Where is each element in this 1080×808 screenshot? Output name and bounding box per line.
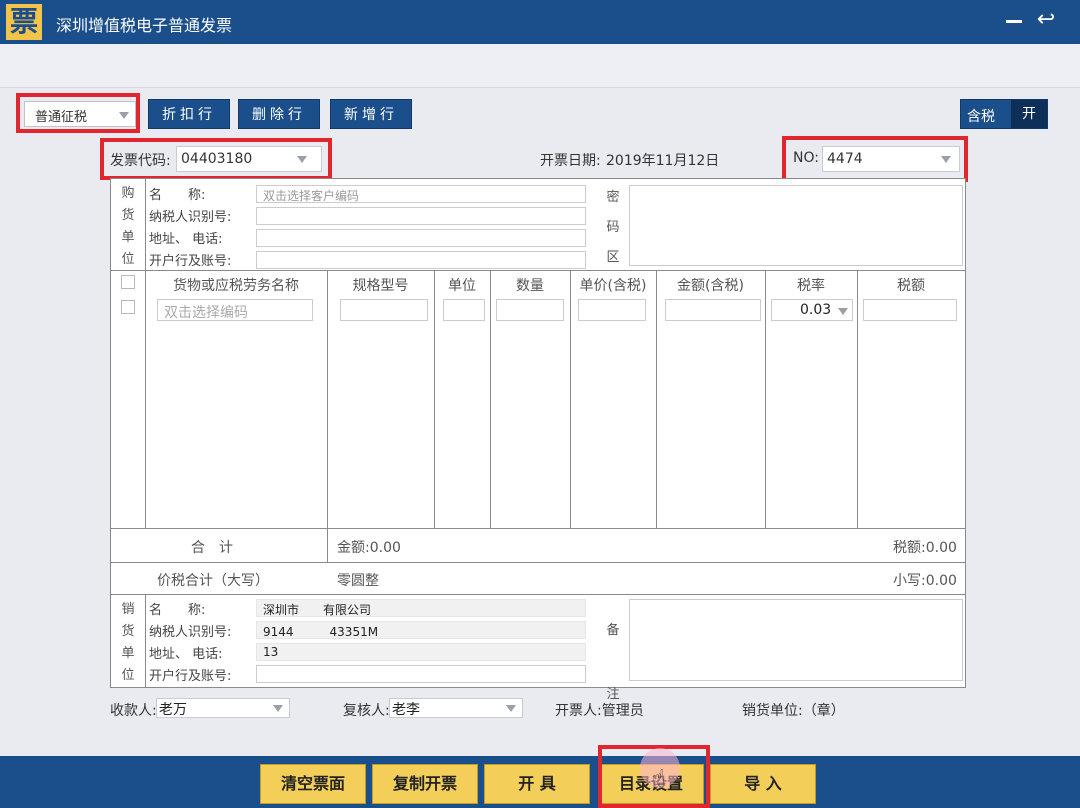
tax-rate-select[interactable]: 0.03: [771, 299, 853, 321]
col-tax-rate: 税率: [797, 278, 825, 294]
buyer-bank-input[interactable]: [256, 251, 586, 269]
buyer-name-input[interactable]: 双击选择客户编码: [256, 185, 586, 203]
remark-textarea[interactable]: [629, 599, 963, 681]
chevron-down-icon: [506, 705, 516, 712]
highlight-box-invoice-no: [782, 136, 968, 182]
secret-zone-label: 密码区: [606, 190, 620, 265]
col-spec: 规格型号: [352, 278, 409, 294]
buyer-bank-label: 开户行及账号:: [149, 254, 232, 269]
discount-row-button[interactable]: 折扣行: [148, 99, 230, 129]
issue-button[interactable]: 开 具: [484, 764, 590, 804]
tax-amount-input[interactable]: [863, 299, 957, 321]
add-row-button[interactable]: 新增行: [330, 99, 412, 129]
reviewer-value: 老李: [392, 702, 420, 718]
row-checkbox[interactable]: [121, 300, 135, 314]
sub-bar: [0, 44, 1080, 88]
reviewer-select[interactable]: 老李: [389, 698, 523, 718]
highlight-box-tax-type: [16, 93, 140, 133]
highlight-box-invoice-code: [100, 138, 332, 180]
chevron-down-icon: [838, 308, 848, 315]
payee-value: 老万: [159, 702, 187, 718]
seller-bank-label: 开户行及账号:: [149, 669, 232, 684]
goods-name-input[interactable]: 双击选择编码: [157, 299, 313, 321]
invoice-form: 购货单位 名 称: 双击选择客户编码 纳税人识别号: 地址、 电话: 开户行及账…: [110, 178, 966, 702]
seller-tax-id-value: 9144 43351M: [263, 625, 379, 639]
buyer-tax-id-label: 纳税人识别号:: [149, 210, 232, 225]
seller-address-input: 13: [256, 643, 586, 661]
hand-cursor-icon: ☝: [652, 766, 666, 791]
seller-name-label: 名 称:: [149, 603, 206, 618]
unit-input[interactable]: [443, 299, 485, 321]
copy-invoice-button[interactable]: 复制开票: [372, 764, 478, 804]
sum-amount: 金额:0.00: [337, 540, 401, 556]
buyer-address-input[interactable]: [256, 229, 586, 247]
tax-rate-value: 0.03: [800, 302, 832, 318]
buyer-name-label: 名 称:: [149, 188, 206, 203]
title-bar: 票 深圳增值税电子普通发票 ↩: [0, 0, 1080, 44]
buyer-side-label: 购货单位: [121, 186, 135, 267]
row-select-all-checkbox[interactable]: [121, 275, 135, 289]
buyer-tax-id-input[interactable]: [256, 207, 586, 225]
sum-label: 合 计: [191, 540, 233, 556]
unit-price-input[interactable]: [578, 299, 646, 321]
quantity-input[interactable]: [496, 299, 564, 321]
seller-bank-input[interactable]: [256, 665, 586, 683]
tax-included-toggle[interactable]: 含税 开: [960, 99, 1048, 129]
sum-tax: 税额:0.00: [893, 540, 957, 556]
invoice-date-label: 开票日期:: [540, 153, 601, 169]
seller-side-label: 销货单位: [121, 602, 135, 683]
payee-label: 收款人:: [110, 703, 157, 719]
col-quantity: 数量: [516, 278, 544, 294]
app-logo-icon: 票: [6, 4, 42, 40]
issuer-text: 开票人:管理员: [555, 703, 644, 719]
goods-name-placeholder: 双击选择编码: [164, 305, 248, 321]
amount-input[interactable]: [665, 299, 761, 321]
seller-address-value: 13: [263, 645, 279, 659]
buyer-name-placeholder: 双击选择客户编码: [263, 189, 360, 203]
secret-zone-area: [629, 185, 963, 266]
total-caps-value: 零圆整: [337, 573, 379, 589]
window-title: 深圳增值税电子普通发票: [56, 16, 233, 35]
seller-seal-text: 销货单位:（章）: [742, 703, 845, 719]
seller-tax-id-label: 纳税人识别号:: [149, 625, 232, 640]
delete-row-button[interactable]: 删除行: [238, 99, 320, 129]
seller-tax-id-input: 9144 43351M: [256, 621, 586, 639]
invoice-date-value: 2019年11月12日: [606, 153, 720, 169]
col-tax-amount: 税额: [897, 278, 925, 294]
col-unit: 单位: [448, 278, 476, 294]
minimize-icon[interactable]: [1004, 10, 1024, 30]
tax-toggle-label: 含税: [967, 109, 995, 125]
col-amount: 金额(含税): [677, 278, 744, 294]
back-icon[interactable]: ↩: [1034, 8, 1058, 32]
reviewer-label: 复核人:: [343, 703, 390, 719]
total-small-value: 小写:0.00: [893, 573, 957, 589]
col-unit-price: 单价(含税): [579, 278, 647, 294]
chevron-down-icon: [273, 705, 283, 712]
clear-form-button[interactable]: 清空票面: [260, 764, 366, 804]
tax-toggle-state: 开: [1011, 100, 1047, 128]
buyer-address-label: 地址、 电话:: [149, 232, 223, 247]
total-caps-label: 价税合计（大写）: [157, 573, 269, 589]
spec-input[interactable]: [340, 299, 428, 321]
seller-name-value: 深圳市 有限公司: [263, 603, 372, 617]
payee-select[interactable]: 老万: [156, 698, 290, 718]
col-goods-name: 货物或应税劳务名称: [173, 278, 299, 294]
seller-address-label: 地址、 电话:: [149, 647, 223, 662]
import-button[interactable]: 导 入: [710, 764, 816, 804]
seller-name-input: 深圳市 有限公司: [256, 599, 586, 617]
